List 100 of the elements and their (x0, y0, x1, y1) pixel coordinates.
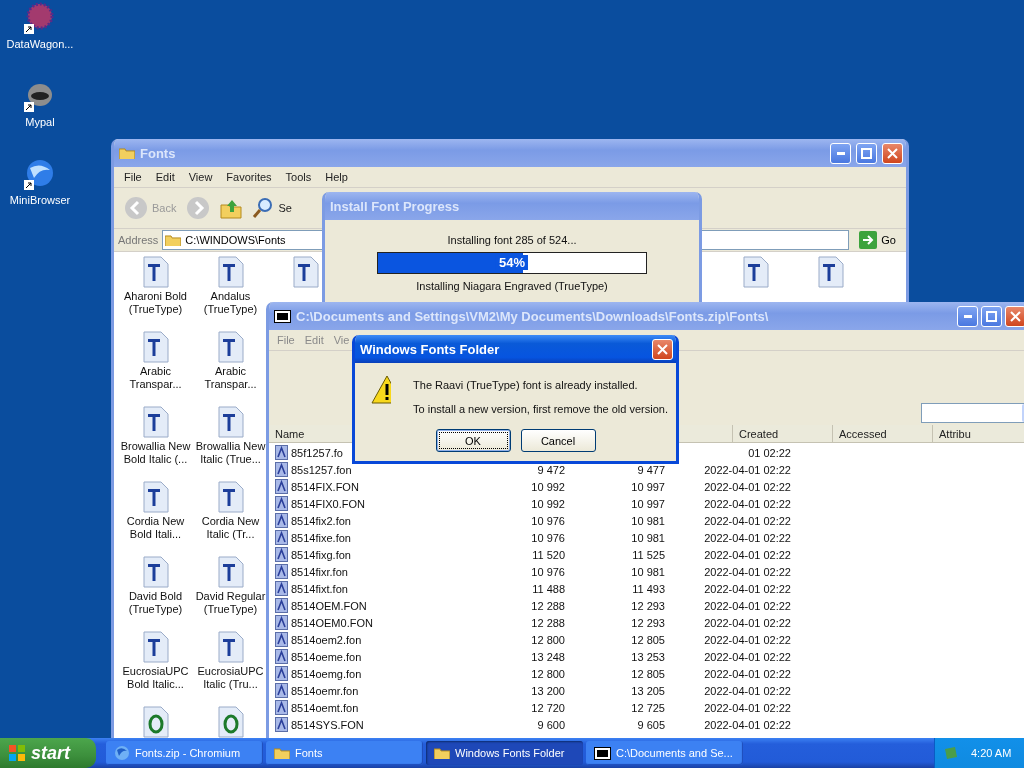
menu-item[interactable]: Favorites (220, 171, 278, 183)
modified-date: 2022-04-01 02:22 (703, 548, 791, 561)
font-file-icon (217, 331, 244, 363)
font-label[interactable]: Browallia New Bold Italic (... (118, 440, 193, 466)
file-name[interactable]: 8514fix2.fon (269, 513, 499, 528)
close-icon (1010, 310, 1021, 322)
file-size: 13 200 (530, 684, 565, 697)
packed-size: 12 805 (630, 633, 665, 646)
taskbar-button[interactable]: Windows Fonts Folder (426, 741, 583, 765)
column-header[interactable]: Accessed (833, 425, 933, 442)
progress-percent: 54% (496, 255, 528, 270)
font-file-icon (142, 706, 169, 738)
close-button[interactable] (1005, 305, 1024, 327)
maximize-button[interactable] (856, 142, 877, 164)
font-file-icon (275, 666, 288, 681)
file-name[interactable]: 8514oemg.fon (269, 666, 499, 681)
file-name[interactable]: 8514SYS.FON (269, 717, 499, 732)
menu-item[interactable]: Tools (279, 171, 318, 183)
font-file-icon (742, 256, 769, 288)
menu-item[interactable]: Edit (149, 171, 181, 183)
minimize-button[interactable] (957, 305, 978, 327)
maximize-button[interactable] (981, 305, 1002, 327)
taskbar-button[interactable]: C:\Documents and Se... (586, 741, 743, 765)
path-combo[interactable] (921, 403, 1024, 423)
file-name[interactable]: 85s1257.fon (269, 462, 499, 477)
address-label: Address (118, 234, 159, 246)
file-name[interactable]: 8514fixe.fon (269, 530, 499, 545)
font-file-icon (275, 479, 288, 494)
go-button[interactable]: Go (853, 231, 902, 249)
maximize-icon (861, 147, 872, 159)
font-label[interactable]: Andalus (TrueType) (193, 290, 268, 316)
close-icon (887, 147, 898, 159)
close-icon (657, 343, 668, 355)
font-file-icon (217, 406, 244, 438)
taskbar-button[interactable]: Fonts (266, 741, 423, 765)
progress-status: Installing font 285 of 524... (446, 234, 578, 246)
file-size: 10 992 (530, 480, 565, 493)
font-label[interactable]: EucrosiaUPC Italic (Tru... (193, 665, 268, 691)
font-label[interactable]: Browallia New Italic (True... (193, 440, 268, 466)
start-button[interactable]: start (0, 738, 96, 768)
dialog-title: Windows Fonts Folder (360, 341, 501, 357)
font-label[interactable]: Cordia New Bold Itali... (118, 515, 193, 541)
desktop-icon-label[interactable]: Mypal (25, 116, 55, 128)
file-name[interactable]: 8514OEM0.FON (269, 615, 499, 630)
file-name[interactable]: 8514fixr.fon (269, 564, 499, 579)
file-size: 11 520 (531, 548, 565, 561)
desktop-icon-label[interactable]: DataWagon... (6, 38, 74, 50)
font-file-icon (275, 632, 288, 647)
desktop-icon-label[interactable]: MiniBrowser (9, 194, 71, 206)
clock: 4:20 AM (971, 747, 1012, 759)
modified-date: 2022-04-01 02:22 (703, 497, 791, 510)
font-label[interactable]: Arabic Transpar... (193, 365, 268, 391)
font-label[interactable]: EucrosiaUPC Bold Italic... (118, 665, 193, 691)
shortcut-icon[interactable] (24, 2, 56, 34)
file-name[interactable]: 8514FIX0.FON (269, 496, 499, 511)
font-file-icon (275, 564, 288, 579)
ok-button[interactable]: OK (435, 429, 511, 452)
font-label[interactable]: Cordia New Italic (Tr... (193, 515, 268, 541)
menu-item[interactable]: Help (319, 171, 354, 183)
minimize-button[interactable] (830, 142, 851, 164)
packed-size: 13 205 (630, 684, 665, 697)
column-header[interactable]: Created (733, 425, 833, 442)
modified-date: 2022-04-01 02:22 (703, 650, 791, 663)
file-name[interactable]: 8514oeme.fon (269, 649, 499, 664)
taskbar-button[interactable]: Fonts.zip - Chromium (106, 741, 263, 765)
font-file-icon (217, 631, 244, 663)
packed-size: 12 293 (630, 599, 665, 612)
font-file-icon (275, 717, 288, 732)
column-header[interactable]: Attribu (933, 425, 1024, 442)
file-size: 11 488 (531, 582, 565, 595)
file-name[interactable]: 8514oemt.fon (269, 700, 499, 715)
font-label[interactable]: Aharoni Bold (TrueType) (118, 290, 193, 316)
file-size: 9 600 (536, 718, 565, 731)
font-label[interactable]: David Bold (TrueType) (118, 590, 193, 616)
packed-size: 10 981 (630, 514, 665, 527)
modified-date: 2022-04-01 02:22 (703, 633, 791, 646)
modified-date: 2022-04-01 02:22 (703, 701, 791, 714)
cancel-button[interactable]: Cancel (520, 429, 596, 452)
modified-date: 2022-04-01 02:22 (703, 463, 791, 476)
file-size: 12 800 (530, 667, 565, 680)
file-size: 9 472 (536, 463, 565, 476)
file-name[interactable]: 8514fixt.fon (269, 581, 499, 596)
close-button[interactable] (882, 142, 903, 164)
search-button[interactable]: Se (250, 197, 294, 219)
maximize-icon (986, 310, 997, 322)
message-text: To install a new version, first remove the old version. (413, 403, 668, 415)
file-name[interactable]: 8514oemr.fon (269, 683, 499, 698)
modified-date: 2022-04-01 02:22 (703, 667, 791, 680)
file-name[interactable]: 8514oem2.fon (269, 632, 499, 647)
font-label[interactable]: Arabic Transpar... (118, 365, 193, 391)
file-name[interactable]: 8514fixg.fon (269, 547, 499, 562)
menu-item[interactable]: File (118, 171, 148, 183)
close-button[interactable] (652, 338, 673, 360)
font-file-icon (275, 649, 288, 664)
menu-item[interactable]: View (182, 171, 219, 183)
file-name[interactable]: 8514OEM.FON (269, 598, 499, 613)
packed-size: 13 253 (630, 650, 665, 663)
file-name[interactable]: 8514FIX.FON (269, 479, 499, 494)
font-label[interactable]: David Regular (TrueType) (193, 590, 268, 616)
shortcut-icon[interactable] (24, 158, 56, 190)
